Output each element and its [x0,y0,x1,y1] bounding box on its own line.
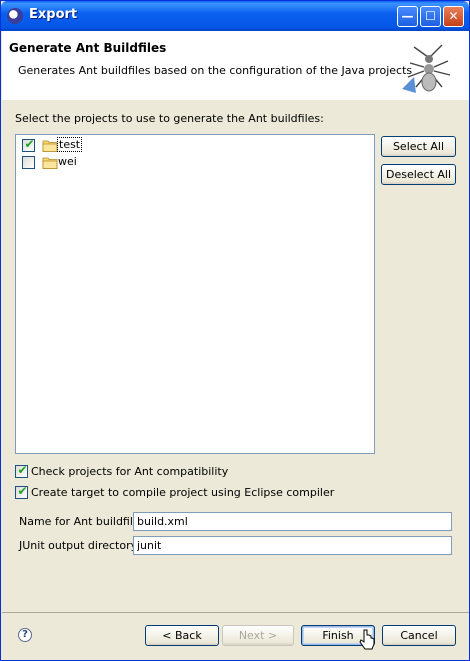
title-bar[interactable]: Export — ☐ ✕ [1,1,469,31]
export-dialog: Export — ☐ ✕ Generate Ant Buildfiles Gen… [0,0,470,661]
junit-dir-input[interactable] [133,536,452,555]
folder-icon [42,140,58,152]
mouse-cursor [359,629,375,650]
project-label-wei: wei [58,155,77,168]
projects-instruction: Select the projects to use to generate t… [15,112,324,125]
help-icon[interactable]: ? [18,628,32,642]
projects-list[interactable]: ✔ test wei [15,134,375,454]
next-button[interactable]: Next > [222,625,294,646]
page-title: Generate Ant Buildfiles [9,41,167,55]
create-target-checkbox[interactable]: ✔ [15,484,28,499]
cancel-button[interactable]: Cancel [382,625,456,646]
buildfile-label: Name for Ant buildfile: [19,515,144,528]
footer-separator [2,612,469,613]
minimize-button[interactable]: — [397,6,418,27]
maximize-button[interactable]: ☐ [420,6,441,27]
junit-label: JUnit output directory: [19,539,141,552]
folder-icon [42,157,58,169]
page-description: Generates Ant buildfiles based on the co… [18,64,413,77]
check-compat-label: Check projects for Ant compatibility [31,465,229,478]
ant-icon [402,44,451,93]
check-compat-checkbox[interactable]: ✔ [15,463,28,478]
create-target-label: Create target to compile project using E… [31,486,335,499]
project-label-test: test [56,137,83,152]
deselect-all-button[interactable]: Deselect All [381,164,456,185]
select-all-button[interactable]: Select All [381,136,456,157]
checkbox-wei[interactable] [22,156,35,169]
back-button[interactable]: < Back [145,625,219,646]
wizard-banner: Generate Ant Buildfiles Generates Ant bu… [2,31,469,100]
checkbox-test[interactable]: ✔ [22,137,35,152]
buildfile-name-input[interactable] [133,512,452,531]
banner-separator [2,99,469,100]
eclipse-icon [7,8,23,24]
close-button[interactable]: ✕ [443,6,464,27]
window-title: Export [29,7,78,22]
